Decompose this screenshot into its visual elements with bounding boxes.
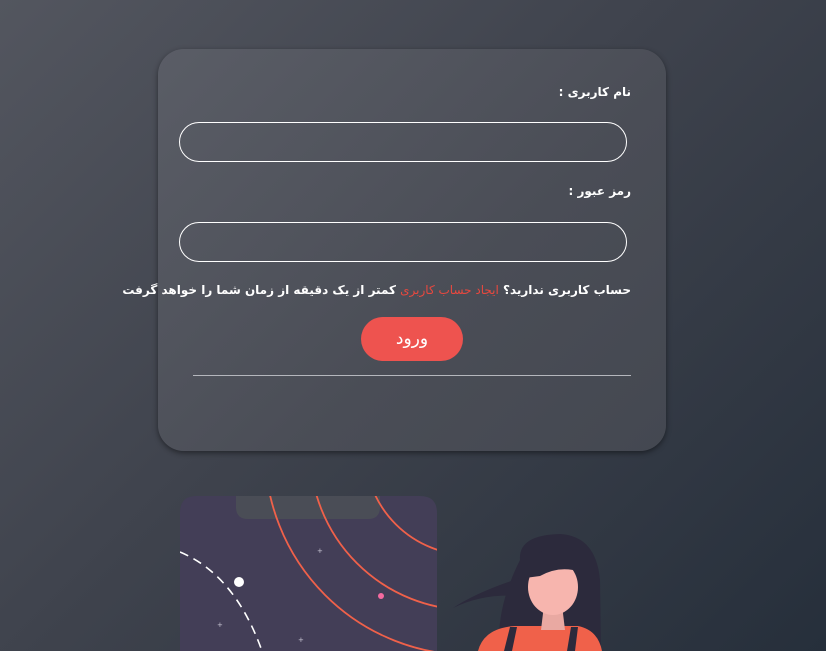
svg-text:+: +	[217, 621, 223, 629]
illustration: + + +	[180, 496, 602, 651]
svg-text:+: +	[317, 547, 323, 555]
phone-notch	[236, 496, 380, 519]
phone-illustration: + + +	[180, 496, 437, 651]
orbit-ring-1	[414, 496, 437, 506]
svg-text:+: +	[298, 636, 304, 644]
shirt	[478, 626, 602, 651]
woman-illustration	[453, 534, 602, 651]
white-planet	[234, 577, 244, 587]
pink-planet	[378, 593, 384, 599]
